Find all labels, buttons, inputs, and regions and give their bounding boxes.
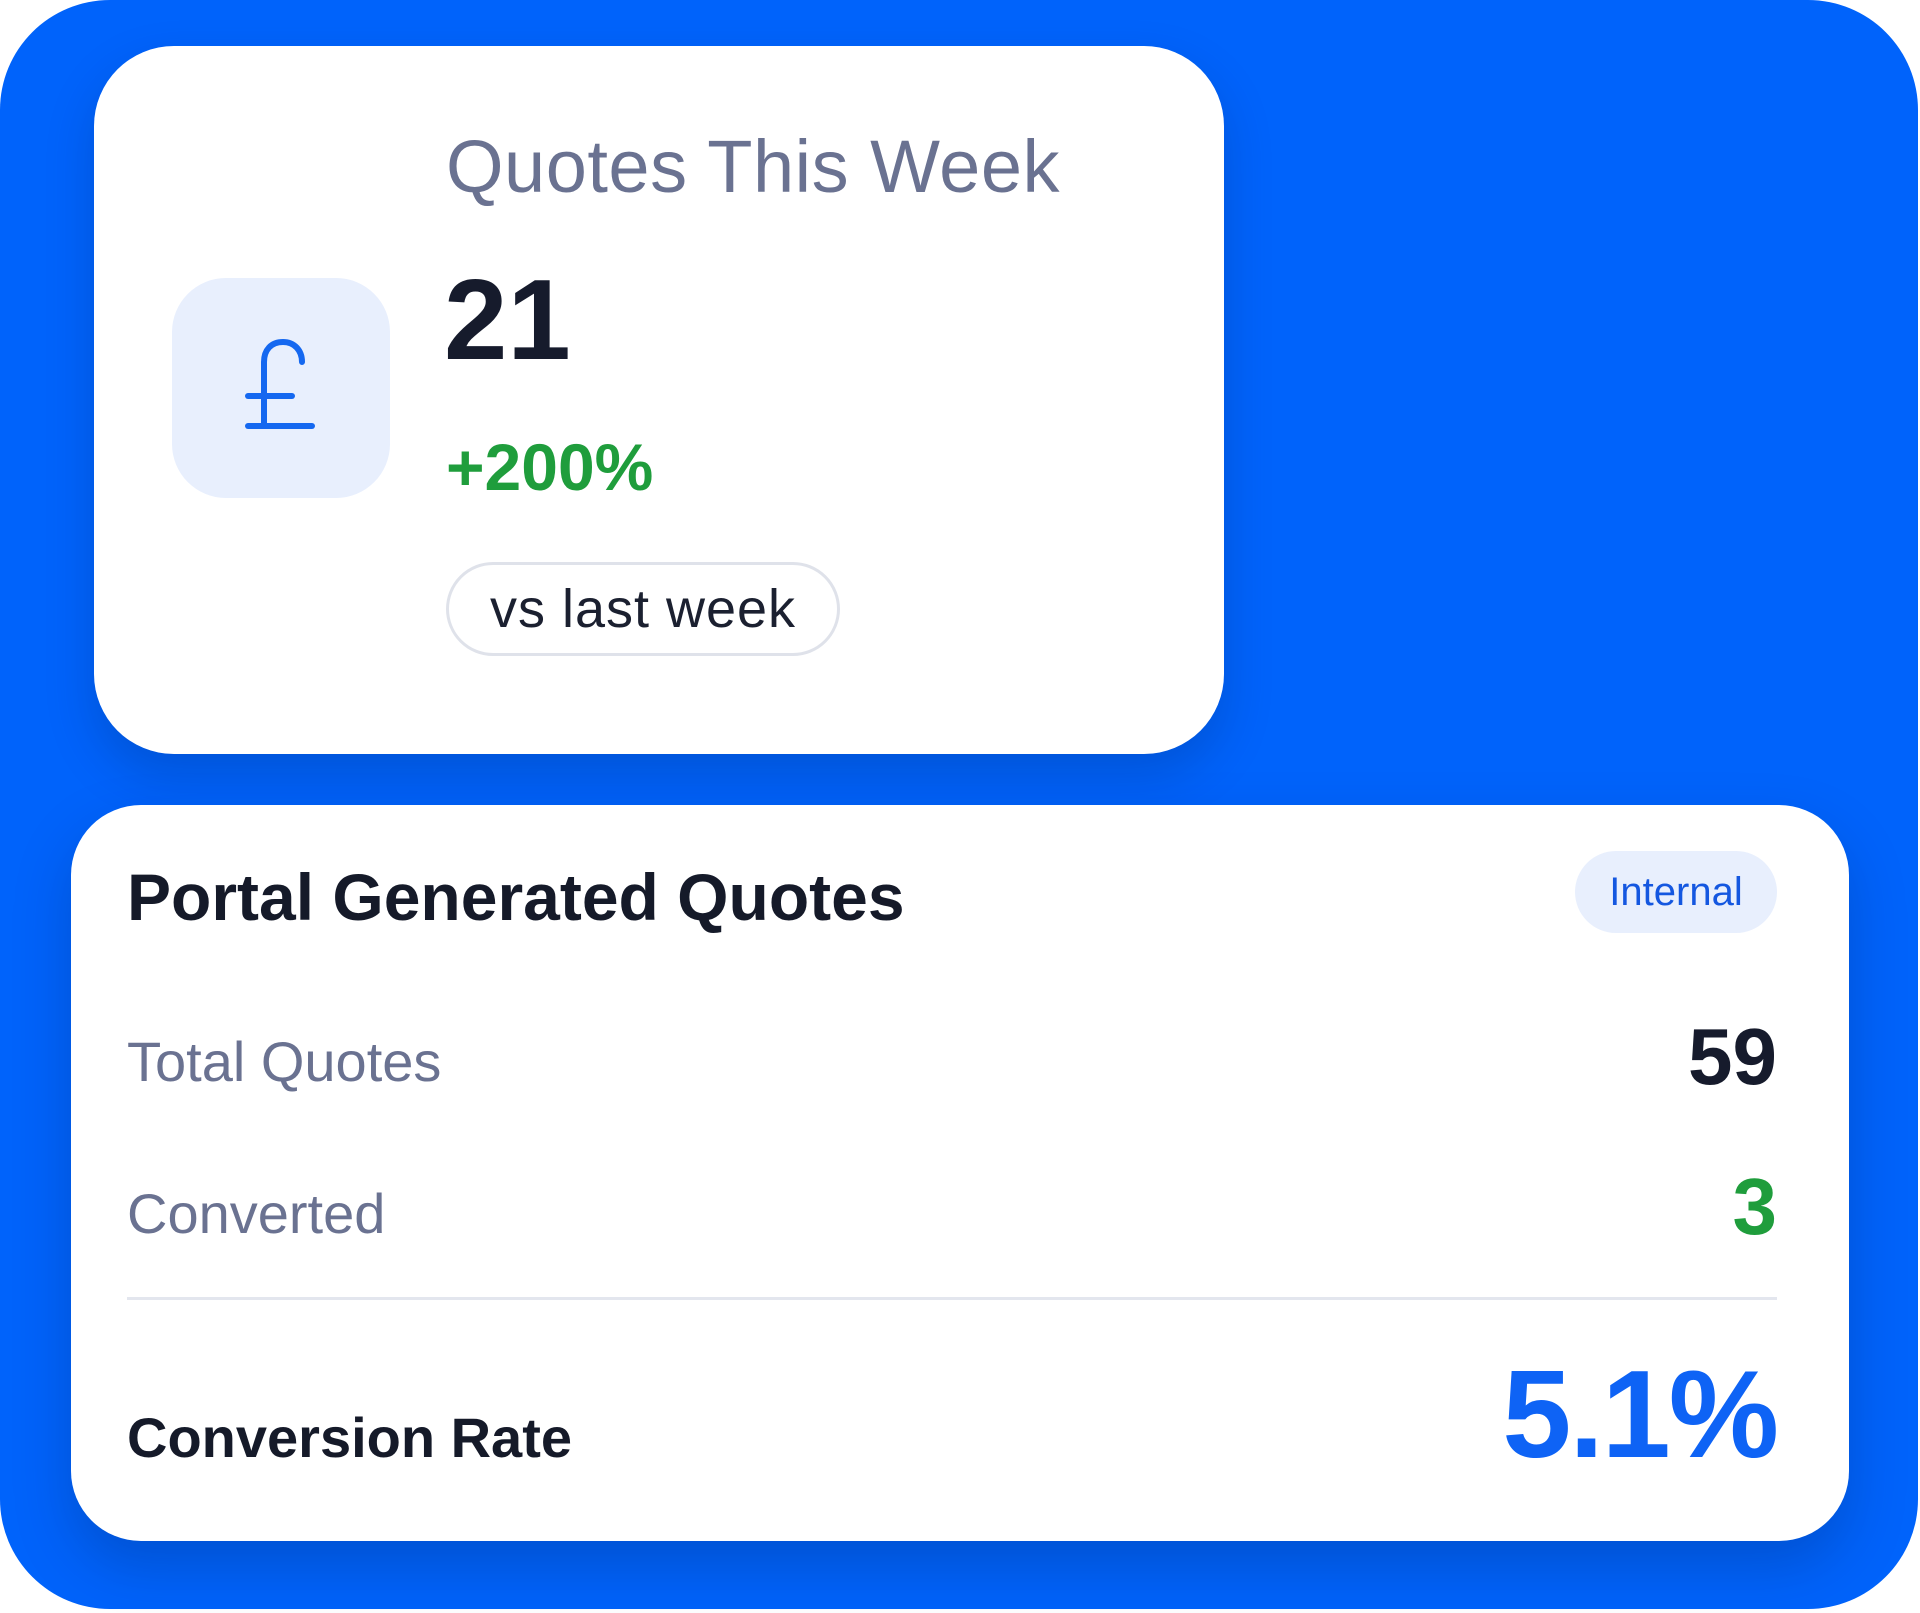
change-percentage: +200%: [446, 430, 654, 504]
internal-badge: Internal: [1575, 851, 1777, 933]
conversion-rate-label: Conversion Rate: [127, 1406, 572, 1469]
pound-sterling-icon: [245, 338, 315, 429]
conversion-rate-value: 5.1%: [1502, 1346, 1779, 1484]
comparison-period-pill[interactable]: vs last week: [446, 562, 840, 656]
background-panel: Quotes This Week 21 +200% vs last week P…: [0, 0, 1918, 1609]
card-title: Quotes This Week: [446, 125, 1060, 208]
total-quotes-value: 59: [1688, 1012, 1777, 1101]
quotes-count: 21: [444, 257, 571, 384]
divider: [127, 1297, 1777, 1300]
currency-icon-tile: [172, 278, 390, 498]
card-title: Portal Generated Quotes: [127, 860, 905, 934]
converted-value: 3: [1732, 1162, 1778, 1251]
total-quotes-label: Total Quotes: [127, 1030, 442, 1093]
quotes-this-week-card: Quotes This Week 21 +200% vs last week: [94, 46, 1224, 754]
converted-label: Converted: [127, 1182, 386, 1245]
portal-generated-quotes-card: Portal Generated Quotes Internal Total Q…: [71, 805, 1849, 1541]
